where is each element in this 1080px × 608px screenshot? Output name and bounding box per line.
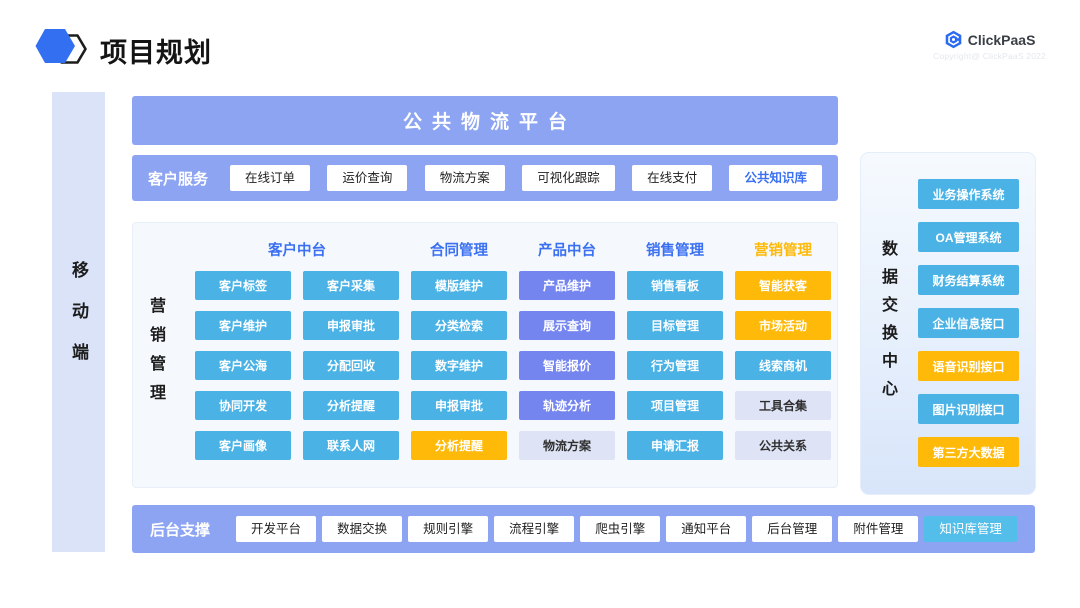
grid-cell[interactable]: 线索商机 — [735, 351, 831, 380]
exchange-item[interactable]: 企业信息接口 — [918, 308, 1019, 338]
grid-cell[interactable]: 市场活动 — [735, 311, 831, 340]
customer-service-buttons: 在线订单运价查询物流方案可视化跟踪在线支付公共知识库 — [230, 165, 822, 192]
backend-button[interactable]: 爬虫引擎 — [580, 516, 660, 543]
grid-cell[interactable]: 分析提醒 — [303, 391, 399, 420]
backend-button[interactable]: 流程引擎 — [494, 516, 574, 543]
grid-cell[interactable]: 客户标签 — [195, 271, 291, 300]
exchange-item[interactable]: 语音识别接口 — [918, 351, 1019, 381]
grid-cell[interactable]: 模版维护 — [411, 271, 507, 300]
page-title: 项目规划 — [100, 31, 212, 70]
hexagon-logo-icon — [34, 22, 90, 76]
grid-cell[interactable]: 项目管理 — [627, 391, 723, 420]
exchange-item[interactable]: 业务操作系统 — [918, 179, 1019, 209]
grid-cell[interactable]: 申报审批 — [303, 311, 399, 340]
copyright-text: Copyright@ ClickPaaS 2022 — [933, 51, 1046, 61]
grid-cell[interactable]: 物流方案 — [519, 431, 615, 460]
grid-cell[interactable]: 数字维护 — [411, 351, 507, 380]
customer-service-label: 客户服务 — [148, 168, 208, 189]
brand-name: ClickPaaS — [968, 32, 1036, 48]
grid-cell[interactable]: 客户采集 — [303, 271, 399, 300]
backend-support-bar: 后台支撑 开发平台数据交换规则引擎流程引擎爬虫引擎通知平台后台管理附件管理知识库… — [132, 505, 1035, 553]
grid-cell[interactable]: 公共关系 — [735, 431, 831, 460]
marketing-grid-panel: 营销管理 客户中台合同管理产品中台销售管理营销管理 客户标签客户采集模版维护产品… — [132, 222, 838, 488]
platform-banner: 公共物流平台 — [132, 96, 838, 145]
grid-cell[interactable]: 分析提醒 — [411, 431, 507, 460]
data-exchange-label: 数据交换中心 — [875, 240, 899, 408]
service-button[interactable]: 可视化跟踪 — [522, 165, 615, 192]
column-header: 销售管理 — [627, 238, 723, 260]
customer-service-bar: 客户服务 在线订单运价查询物流方案可视化跟踪在线支付公共知识库 — [132, 155, 838, 201]
exchange-item[interactable]: 第三方大数据 — [918, 437, 1019, 467]
grid-cell[interactable]: 展示查询 — [519, 311, 615, 340]
backend-button[interactable]: 通知平台 — [666, 516, 746, 543]
service-button[interactable]: 公共知识库 — [729, 165, 822, 192]
mobile-rail-label: 移动端 — [66, 261, 91, 384]
backend-button[interactable]: 数据交换 — [322, 516, 402, 543]
backend-button[interactable]: 知识库管理 — [924, 516, 1017, 543]
grid-cell[interactable]: 客户画像 — [195, 431, 291, 460]
backend-button[interactable]: 后台管理 — [752, 516, 832, 543]
service-button[interactable]: 在线订单 — [230, 165, 310, 192]
grid-cell[interactable]: 客户维护 — [195, 311, 291, 340]
grid-cell[interactable]: 申请汇报 — [627, 431, 723, 460]
backend-support-label: 后台支撑 — [150, 519, 210, 540]
grid-cell[interactable]: 智能报价 — [519, 351, 615, 380]
mobile-side-rail: 移动端 — [52, 92, 105, 552]
grid-cell[interactable]: 客户公海 — [195, 351, 291, 380]
grid-cell[interactable]: 申报审批 — [411, 391, 507, 420]
column-header: 营销管理 — [735, 238, 831, 260]
grid-cell[interactable]: 行为管理 — [627, 351, 723, 380]
grid-cell[interactable]: 目标管理 — [627, 311, 723, 340]
grid-cell[interactable]: 销售看板 — [627, 271, 723, 300]
grid-cell[interactable]: 轨迹分析 — [519, 391, 615, 420]
module-grid: 客户中台合同管理产品中台销售管理营销管理 客户标签客户采集模版维护产品维护销售看… — [195, 238, 831, 460]
grid-cell[interactable]: 联系人网 — [303, 431, 399, 460]
service-button[interactable]: 运价查询 — [327, 165, 407, 192]
backend-button[interactable]: 附件管理 — [838, 516, 918, 543]
marketing-side-label: 营销管理 — [143, 297, 167, 413]
backend-button[interactable]: 规则引擎 — [408, 516, 488, 543]
grid-cell[interactable]: 产品维护 — [519, 271, 615, 300]
data-exchange-items: 业务操作系统 OA管理系统财务结算系统企业信息接口语音识别接口图片识别接口第三方大… — [918, 179, 1019, 467]
column-header: 客户中台 — [195, 238, 399, 260]
grid-cell[interactable]: 智能获客 — [735, 271, 831, 300]
platform-banner-label: 公共物流平台 — [403, 107, 577, 134]
clickpaas-logo-icon — [944, 30, 963, 49]
column-header: 合同管理 — [411, 238, 507, 260]
exchange-item[interactable]: 图片识别接口 — [918, 394, 1019, 424]
exchange-item[interactable]: 财务结算系统 — [918, 265, 1019, 295]
brand-block: ClickPaaS Copyright@ ClickPaaS 2022 — [933, 30, 1046, 61]
grid-cell[interactable]: 分配回收 — [303, 351, 399, 380]
service-button[interactable]: 物流方案 — [425, 165, 505, 192]
grid-cell[interactable]: 工具合集 — [735, 391, 831, 420]
backend-button[interactable]: 开发平台 — [236, 516, 316, 543]
service-button[interactable]: 在线支付 — [632, 165, 712, 192]
data-exchange-panel: 数据交换中心 业务操作系统 OA管理系统财务结算系统企业信息接口语音识别接口图片识… — [860, 152, 1036, 495]
column-header: 产品中台 — [519, 238, 615, 260]
exchange-item[interactable]: OA管理系统 — [918, 222, 1019, 252]
grid-cell[interactable]: 分类检索 — [411, 311, 507, 340]
backend-support-buttons: 开发平台数据交换规则引擎流程引擎爬虫引擎通知平台后台管理附件管理知识库管理 — [236, 516, 1017, 543]
grid-cell[interactable]: 协同开发 — [195, 391, 291, 420]
